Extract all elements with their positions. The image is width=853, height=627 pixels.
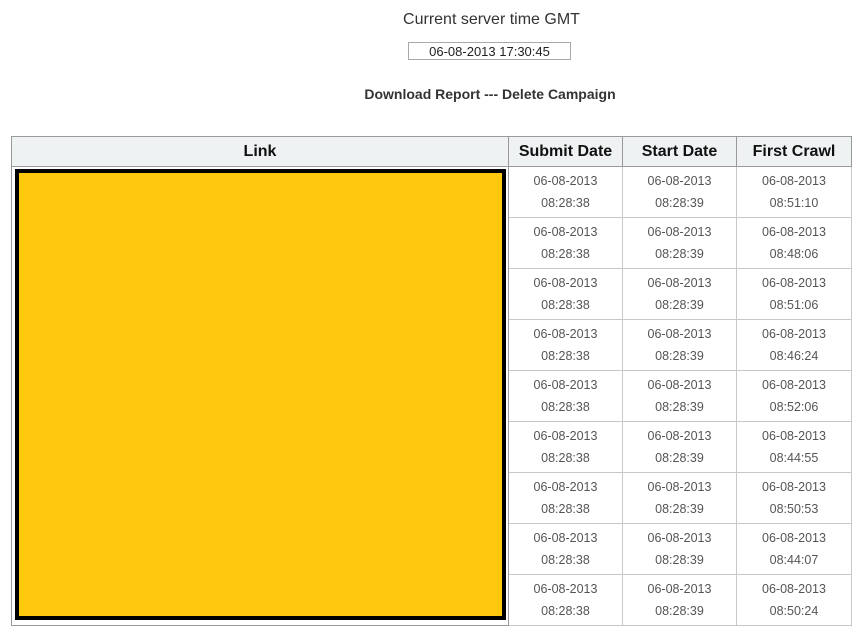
cell-time: 08:28:38 bbox=[541, 298, 590, 312]
cell-date: 06-08-2013 bbox=[762, 276, 826, 290]
cell-time: 08:51:10 bbox=[769, 196, 819, 210]
download-report-link[interactable]: Download Report bbox=[364, 86, 480, 102]
table-row: 06-08-2013 08:28:38 06-08-2013 08:28:39 06-0… bbox=[11, 166, 852, 626]
delete-campaign-link[interactable]: Delete Campaign bbox=[502, 86, 616, 102]
submit-date-cell: 06-08-2013 08:28:38 bbox=[508, 217, 623, 269]
redaction-block bbox=[14, 169, 506, 620]
header-start-date: Start Date bbox=[622, 136, 737, 167]
cell-date: 06-08-2013 bbox=[762, 378, 826, 392]
first-crawl-cell: 06-08-2013 08:46:24 bbox=[736, 319, 852, 371]
submit-date-cell: 06-08-2013 08:28:38 bbox=[508, 523, 623, 575]
cell-date: 06-08-2013 bbox=[647, 174, 712, 188]
header-first-crawl: First Crawl bbox=[736, 136, 852, 167]
start-date-cell: 06-08-2013 08:28:39 bbox=[622, 217, 737, 269]
cell-date: 06-08-2013 bbox=[647, 582, 712, 596]
cell-time: 08:28:38 bbox=[541, 247, 590, 261]
first-crawl-cell: 06-08-2013 08:52:06 bbox=[736, 370, 852, 422]
submit-date-cell: 06-08-2013 08:28:38 bbox=[508, 370, 623, 422]
cell-date: 06-08-2013 bbox=[533, 378, 598, 392]
cell-date: 06-08-2013 bbox=[533, 276, 598, 290]
table-body: 06-08-2013 08:28:38 06-08-2013 08:28:39 06-0… bbox=[11, 166, 852, 626]
cell-date: 06-08-2013 bbox=[762, 174, 826, 188]
first-crawl-cell: 06-08-2013 08:48:06 bbox=[736, 217, 852, 269]
cell-time: 08:28:38 bbox=[541, 400, 590, 414]
cell-date: 06-08-2013 bbox=[647, 225, 712, 239]
start-date-cell: 06-08-2013 08:28:39 bbox=[622, 574, 737, 626]
link-cell-redacted bbox=[11, 166, 509, 626]
server-time-field[interactable] bbox=[408, 42, 571, 60]
cell-time: 08:28:39 bbox=[655, 451, 704, 465]
cell-time: 08:28:39 bbox=[655, 604, 704, 618]
first-crawl-cell: 06-08-2013 08:51:06 bbox=[736, 268, 852, 320]
cell-time: 08:44:07 bbox=[769, 553, 819, 567]
cell-time: 08:46:24 bbox=[769, 349, 819, 363]
cell-date: 06-08-2013 bbox=[647, 429, 712, 443]
start-date-cell: 06-08-2013 08:28:39 bbox=[622, 370, 737, 422]
cell-date: 06-08-2013 bbox=[533, 327, 598, 341]
start-date-cell: 06-08-2013 08:28:39 bbox=[622, 268, 737, 320]
cell-time: 08:48:06 bbox=[769, 247, 819, 261]
cell-time: 08:28:38 bbox=[541, 451, 590, 465]
campaign-report-page: Current server time GMT Download Report … bbox=[0, 0, 853, 627]
start-date-cell: 06-08-2013 08:28:39 bbox=[622, 319, 737, 371]
cell-date: 06-08-2013 bbox=[647, 480, 712, 494]
cell-date: 06-08-2013 bbox=[762, 225, 826, 239]
cell-date: 06-08-2013 bbox=[533, 225, 598, 239]
cell-date: 06-08-2013 bbox=[647, 531, 712, 545]
cell-time: 08:28:38 bbox=[541, 604, 590, 618]
cell-date: 06-08-2013 bbox=[647, 276, 712, 290]
cell-date: 06-08-2013 bbox=[647, 378, 712, 392]
cell-date: 06-08-2013 bbox=[762, 582, 826, 596]
cell-date: 06-08-2013 bbox=[533, 174, 598, 188]
cell-date: 06-08-2013 bbox=[533, 582, 598, 596]
cell-time: 08:28:38 bbox=[541, 349, 590, 363]
cell-time: 08:28:39 bbox=[655, 247, 704, 261]
first-crawl-cell: 06-08-2013 08:44:07 bbox=[736, 523, 852, 575]
submit-date-cell: 06-08-2013 08:28:38 bbox=[508, 268, 623, 320]
submit-date-cell: 06-08-2013 08:28:38 bbox=[508, 421, 623, 473]
cell-date: 06-08-2013 bbox=[762, 531, 826, 545]
server-time-label: Current server time GMT bbox=[403, 11, 580, 28]
submit-date-cell: 06-08-2013 08:28:38 bbox=[508, 166, 623, 218]
cell-date: 06-08-2013 bbox=[533, 429, 598, 443]
start-date-cell: 06-08-2013 08:28:39 bbox=[622, 472, 737, 524]
cell-time: 08:28:39 bbox=[655, 349, 704, 363]
submit-date-cell: 06-08-2013 08:28:38 bbox=[508, 574, 623, 626]
start-date-cell: 06-08-2013 08:28:39 bbox=[622, 523, 737, 575]
cell-time: 08:44:55 bbox=[769, 451, 819, 465]
cell-time: 08:28:39 bbox=[655, 400, 704, 414]
cell-time: 08:50:53 bbox=[769, 502, 819, 516]
header-submit-date: Submit Date bbox=[508, 136, 623, 167]
cell-time: 08:28:39 bbox=[655, 298, 704, 312]
cell-time: 08:51:06 bbox=[769, 298, 819, 312]
cell-time: 08:28:39 bbox=[655, 502, 704, 516]
report-actions: Download Report --- Delete Campaign bbox=[0, 86, 853, 102]
cell-date: 06-08-2013 bbox=[533, 480, 598, 494]
first-crawl-cell: 06-08-2013 08:51:10 bbox=[736, 166, 852, 218]
cell-time: 08:28:38 bbox=[541, 553, 590, 567]
campaign-links-table: Link Submit Date Start Date First Crawl … bbox=[11, 136, 852, 626]
first-crawl-cell: 06-08-2013 08:50:53 bbox=[736, 472, 852, 524]
cell-time: 08:28:39 bbox=[655, 553, 704, 567]
first-crawl-cell: 06-08-2013 08:44:55 bbox=[736, 421, 852, 473]
first-crawl-cell: 06-08-2013 08:50:24 bbox=[736, 574, 852, 626]
submit-date-cell: 06-08-2013 08:28:38 bbox=[508, 319, 623, 371]
cell-time: 08:28:38 bbox=[541, 196, 590, 210]
cell-date: 06-08-2013 bbox=[762, 327, 826, 341]
submit-date-cell: 06-08-2013 08:28:38 bbox=[508, 472, 623, 524]
start-date-cell: 06-08-2013 08:28:39 bbox=[622, 166, 737, 218]
cell-time: 08:28:39 bbox=[655, 196, 704, 210]
start-date-cell: 06-08-2013 08:28:39 bbox=[622, 421, 737, 473]
cell-time: 08:28:38 bbox=[541, 502, 590, 516]
cell-time: 08:50:24 bbox=[769, 604, 819, 618]
cell-date: 06-08-2013 bbox=[762, 480, 826, 494]
cell-date: 06-08-2013 bbox=[647, 327, 712, 341]
actions-separator: --- bbox=[484, 86, 499, 102]
cell-time: 08:52:06 bbox=[769, 400, 819, 414]
cell-date: 06-08-2013 bbox=[533, 531, 598, 545]
table-header-row: Link Submit Date Start Date First Crawl bbox=[11, 136, 852, 167]
cell-date: 06-08-2013 bbox=[762, 429, 826, 443]
header-link: Link bbox=[11, 136, 509, 167]
